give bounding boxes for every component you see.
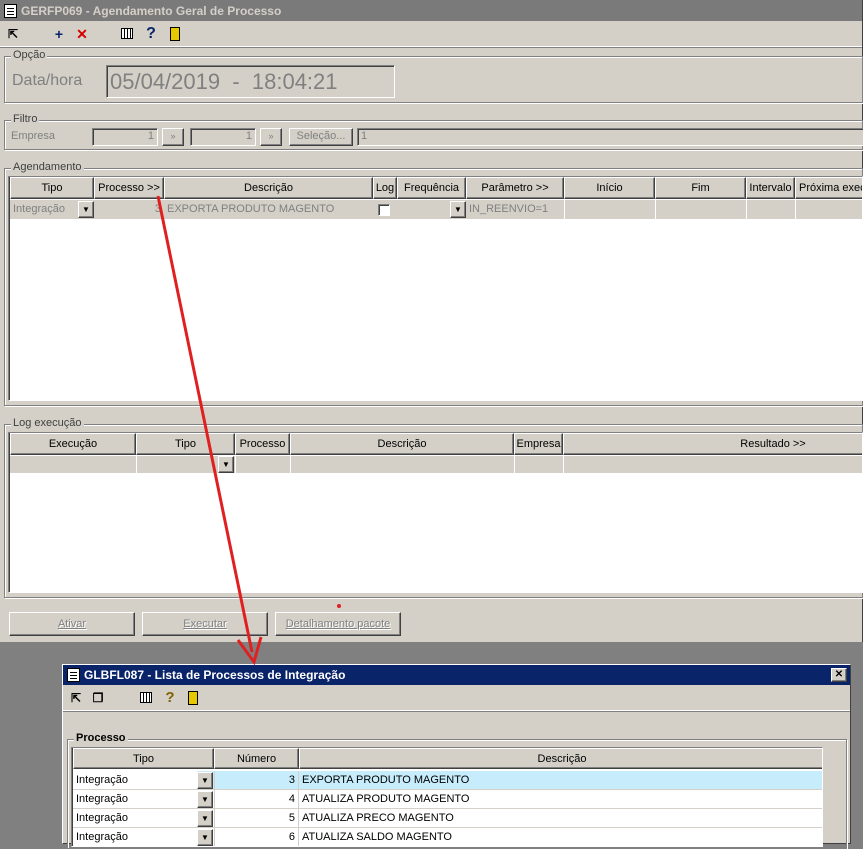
empresa-field-1[interactable]: 1	[92, 128, 158, 146]
exit-arrow-icon[interactable]: ⇱	[67, 689, 85, 707]
log-legend: Log execução	[11, 417, 84, 429]
col-header-parametro[interactable]: Parâmetro >>	[466, 177, 564, 199]
window-icon	[67, 668, 80, 682]
col-header-resultado[interactable]: Resultado >>	[563, 433, 862, 455]
log-grid[interactable]: Execução Tipo Processo Descrição Empresa…	[8, 432, 863, 593]
lookup-button-1[interactable]: »	[162, 128, 184, 146]
row-descricao[interactable]: EXPORTA PRODUTO MAGENTO	[299, 771, 822, 789]
table-row[interactable]: Integração ▼ 4 ATUALIZA PRODUTO MAGENTO	[73, 790, 822, 809]
col-header-descricao[interactable]: Descrição	[164, 177, 373, 199]
col-header-empresa[interactable]: Empresa	[514, 433, 563, 455]
exit-arrow-icon[interactable]: ⇱	[4, 25, 22, 43]
list-window: GLBFL087 - Lista de Processos de Integra…	[62, 664, 851, 849]
col-header-proxima[interactable]: Próxima exec	[795, 177, 862, 199]
executar-button[interactable]: Executar	[142, 612, 268, 636]
filtro-group: Filtro Empresa 1 » 1 » Seleção... 1	[4, 113, 863, 150]
table-row[interactable]: ▼	[10, 456, 862, 473]
agendamento-legend: Agendamento	[11, 161, 84, 173]
delete-icon[interactable]: ✕	[73, 25, 91, 43]
chevron-down-icon[interactable]: ▼	[218, 456, 234, 473]
row-descricao[interactable]: ATUALIZA PRODUTO MAGENTO	[299, 790, 822, 808]
selecao-button[interactable]: Seleção...	[289, 128, 353, 146]
main-toolbar: ⇱ + ✕ ?	[0, 21, 862, 47]
list-title-bar[interactable]: GLBFL087 - Lista de Processos de Integra…	[63, 665, 850, 685]
filtro-legend: Filtro	[11, 113, 40, 125]
row-tipo[interactable]: Integração	[73, 828, 197, 846]
opcao-legend: Opção	[11, 49, 48, 61]
row-descricao[interactable]: ATUALIZA PRECO MAGENTO	[299, 809, 822, 827]
row-tipo[interactable]: Integração	[73, 771, 197, 789]
col-header-intervalo[interactable]: Intervalo	[746, 177, 795, 199]
ativar-button[interactable]: Ativar	[9, 612, 135, 636]
help-icon[interactable]: ?	[142, 25, 160, 43]
window-icon	[4, 3, 17, 18]
datahora-label: Data/hora	[12, 72, 83, 89]
main-window-title: GERFP069 - Agendamento Geral de Processo	[21, 3, 282, 18]
col-header-numero[interactable]: Número	[214, 748, 299, 769]
row-descricao[interactable]: ATUALIZA SALDO MAGENTO	[299, 828, 822, 846]
col-header-fim[interactable]: Fim	[655, 177, 746, 199]
col-header-inicio[interactable]: Início	[564, 177, 655, 199]
copy-windows-icon[interactable]: ❐	[89, 689, 107, 707]
row-parametro[interactable]: IN_REENVIO=1	[466, 200, 564, 218]
chevron-down-icon[interactable]: ▼	[197, 791, 213, 808]
row-tipo[interactable]: Integração	[10, 200, 78, 218]
row-numero[interactable]: 3	[214, 771, 299, 789]
calendar-grid-icon[interactable]	[137, 689, 155, 707]
col-header-descricao[interactable]: Descrição	[290, 433, 514, 455]
list-toolbar: ⇱ ❐ ?	[63, 685, 850, 711]
log-checkbox[interactable]	[378, 204, 390, 216]
calendar-grid-icon[interactable]	[118, 25, 136, 43]
datahora-field[interactable]: 05/04/2019 - 18:04:21	[106, 65, 395, 98]
list-window-title: GLBFL087 - Lista de Processos de Integra…	[84, 668, 346, 682]
processo-legend: Processo	[74, 732, 128, 744]
col-header-tipo[interactable]: Tipo	[10, 177, 94, 199]
row-processo[interactable]: 3	[94, 200, 164, 218]
empresa-label: Empresa	[11, 130, 56, 142]
door-exit-icon[interactable]	[166, 25, 184, 43]
row-tipo[interactable]: Integração	[73, 809, 197, 827]
detalhamento-pacote-button[interactable]: Detalhamento pacote	[275, 612, 401, 636]
table-row[interactable]: Integração ▼ 3 EXPORTA PRODUTO MAGENTO	[73, 771, 822, 790]
chevron-down-icon[interactable]: ▼	[197, 810, 213, 827]
main-window: GERFP069 - Agendamento Geral de Processo…	[0, 0, 863, 642]
row-numero[interactable]: 5	[214, 809, 299, 827]
col-header-execucao[interactable]: Execução	[10, 433, 136, 455]
col-header-descricao[interactable]: Descrição	[299, 748, 822, 769]
row-numero[interactable]: 4	[214, 790, 299, 808]
table-row[interactable]: Integração ▼ 5 ATUALIZA PRECO MAGENTO	[73, 809, 822, 828]
row-numero[interactable]: 6	[214, 828, 299, 846]
col-header-processo[interactable]: Processo	[235, 433, 290, 455]
opcao-group: Opção Data/hora 05/04/2019 - 18:04:21	[4, 49, 863, 103]
col-header-frequencia[interactable]: Frequência	[397, 177, 466, 199]
processo-grid[interactable]: Tipo Número Descrição Integração ▼ 3 EXPORT…	[71, 747, 823, 847]
close-icon[interactable]: ✕	[831, 668, 847, 682]
col-header-tipo[interactable]: Tipo	[73, 748, 214, 769]
table-row[interactable]: Integração ▼ 3 EXPORTA PRODUTO MAGENTO ▼…	[10, 200, 862, 219]
agendamento-grid[interactable]: Tipo Processo >> Descrição Log Frequênci…	[8, 176, 863, 401]
col-header-tipo[interactable]: Tipo	[136, 433, 235, 455]
main-title-bar[interactable]: GERFP069 - Agendamento Geral de Processo	[0, 0, 862, 21]
red-dot-marker	[337, 604, 341, 608]
selecao-field[interactable]: 1	[357, 128, 863, 146]
chevron-down-icon[interactable]: ▼	[197, 772, 213, 789]
col-header-processo[interactable]: Processo >>	[94, 177, 164, 199]
door-exit-icon[interactable]	[184, 689, 202, 707]
lookup-button-2[interactable]: »	[260, 128, 282, 146]
col-header-log[interactable]: Log	[373, 177, 397, 199]
chevron-down-icon[interactable]: ▼	[450, 201, 466, 218]
help-icon[interactable]: ?	[161, 689, 179, 707]
row-tipo[interactable]: Integração	[73, 790, 197, 808]
add-icon[interactable]: +	[50, 25, 68, 43]
empresa-field-2[interactable]: 1	[190, 128, 256, 146]
chevron-down-icon[interactable]: ▼	[78, 201, 94, 218]
row-descricao: EXPORTA PRODUTO MAGENTO	[167, 203, 335, 215]
